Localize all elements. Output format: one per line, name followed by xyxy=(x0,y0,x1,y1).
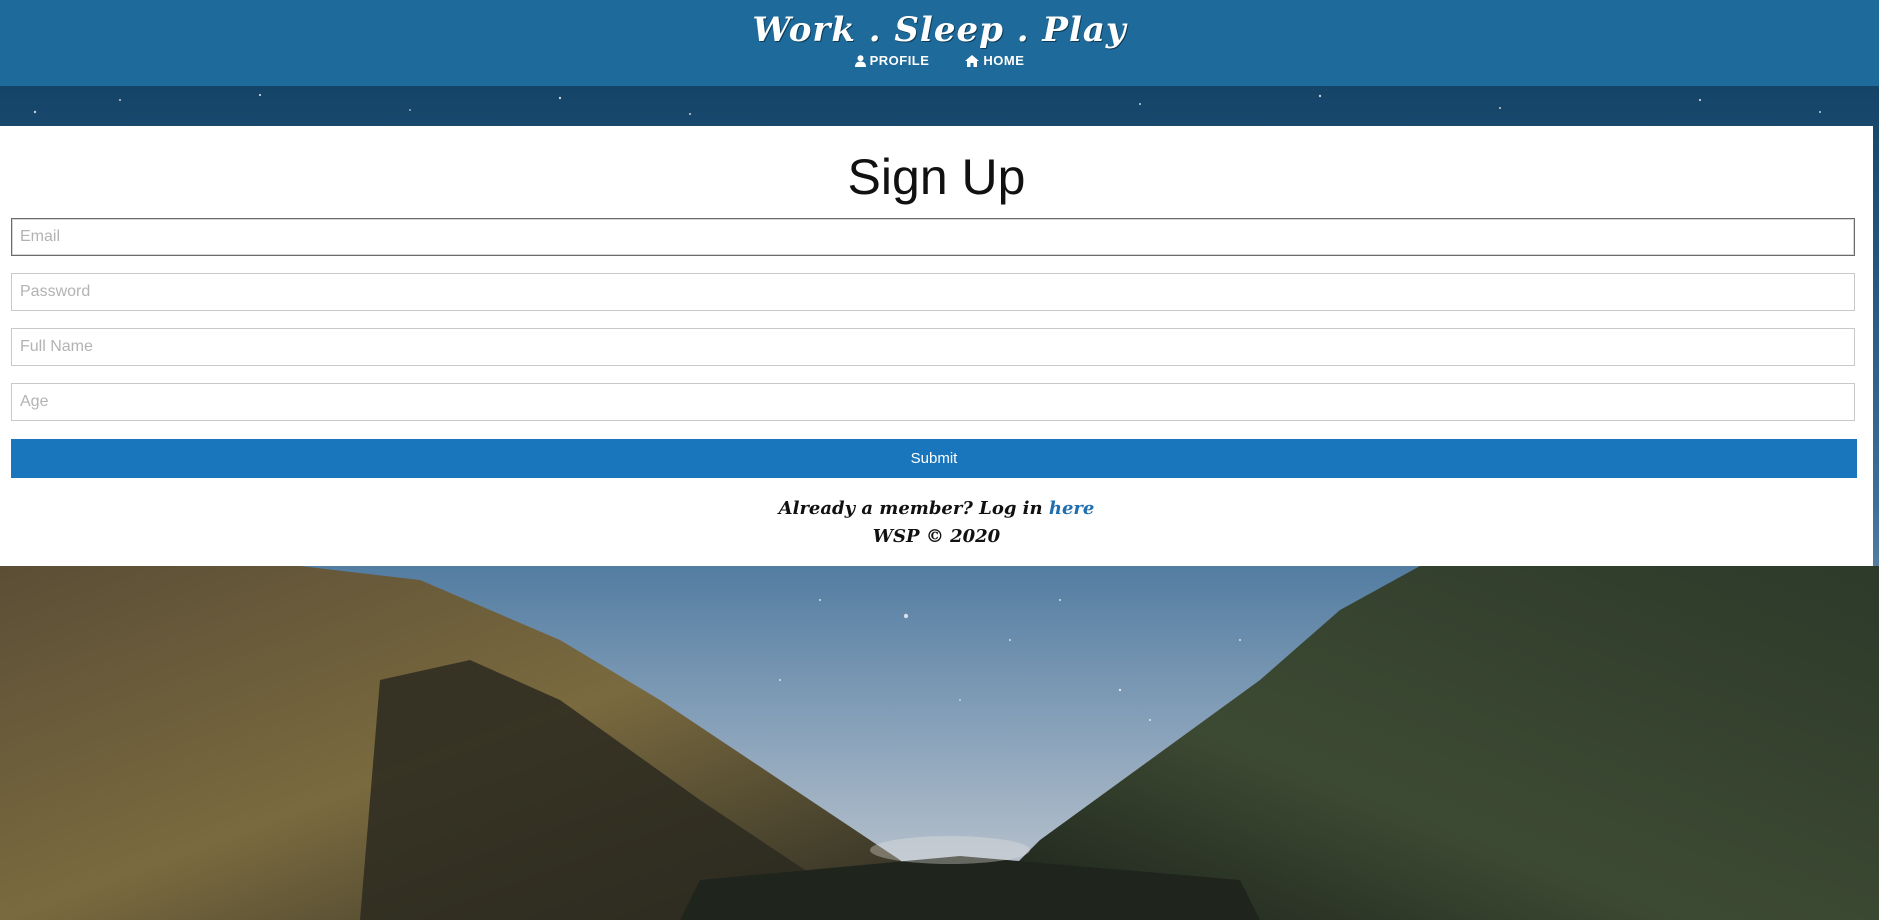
copyright: WSP © 2020 xyxy=(872,526,1001,547)
nav-home-label: HOME xyxy=(983,53,1025,68)
page-title: Sign Up xyxy=(847,149,1026,205)
user-icon xyxy=(854,54,866,67)
email-field[interactable] xyxy=(11,218,1855,256)
nav-profile-link[interactable]: PROFILE xyxy=(854,53,930,68)
signup-card: Sign Up Submit Already a member? Log in … xyxy=(0,126,1873,566)
home-icon xyxy=(965,54,980,67)
submit-button[interactable]: Submit xyxy=(11,439,1857,478)
site-brand[interactable]: Work . Sleep . Play xyxy=(0,10,1879,50)
member-prompt-text: Already a member? Log in xyxy=(778,498,1049,519)
login-prompt: Already a member? Log in here xyxy=(0,498,1873,519)
nav-profile-label: PROFILE xyxy=(869,53,930,68)
full-name-field[interactable] xyxy=(11,328,1855,366)
age-field[interactable] xyxy=(11,383,1855,421)
main-nav: PROFILE HOME xyxy=(0,53,1879,68)
password-field[interactable] xyxy=(11,273,1855,311)
login-link[interactable]: here xyxy=(1049,498,1094,519)
site-header: Work . Sleep . Play PROFILE HOME xyxy=(0,0,1879,86)
nav-home-link[interactable]: HOME xyxy=(965,53,1024,68)
